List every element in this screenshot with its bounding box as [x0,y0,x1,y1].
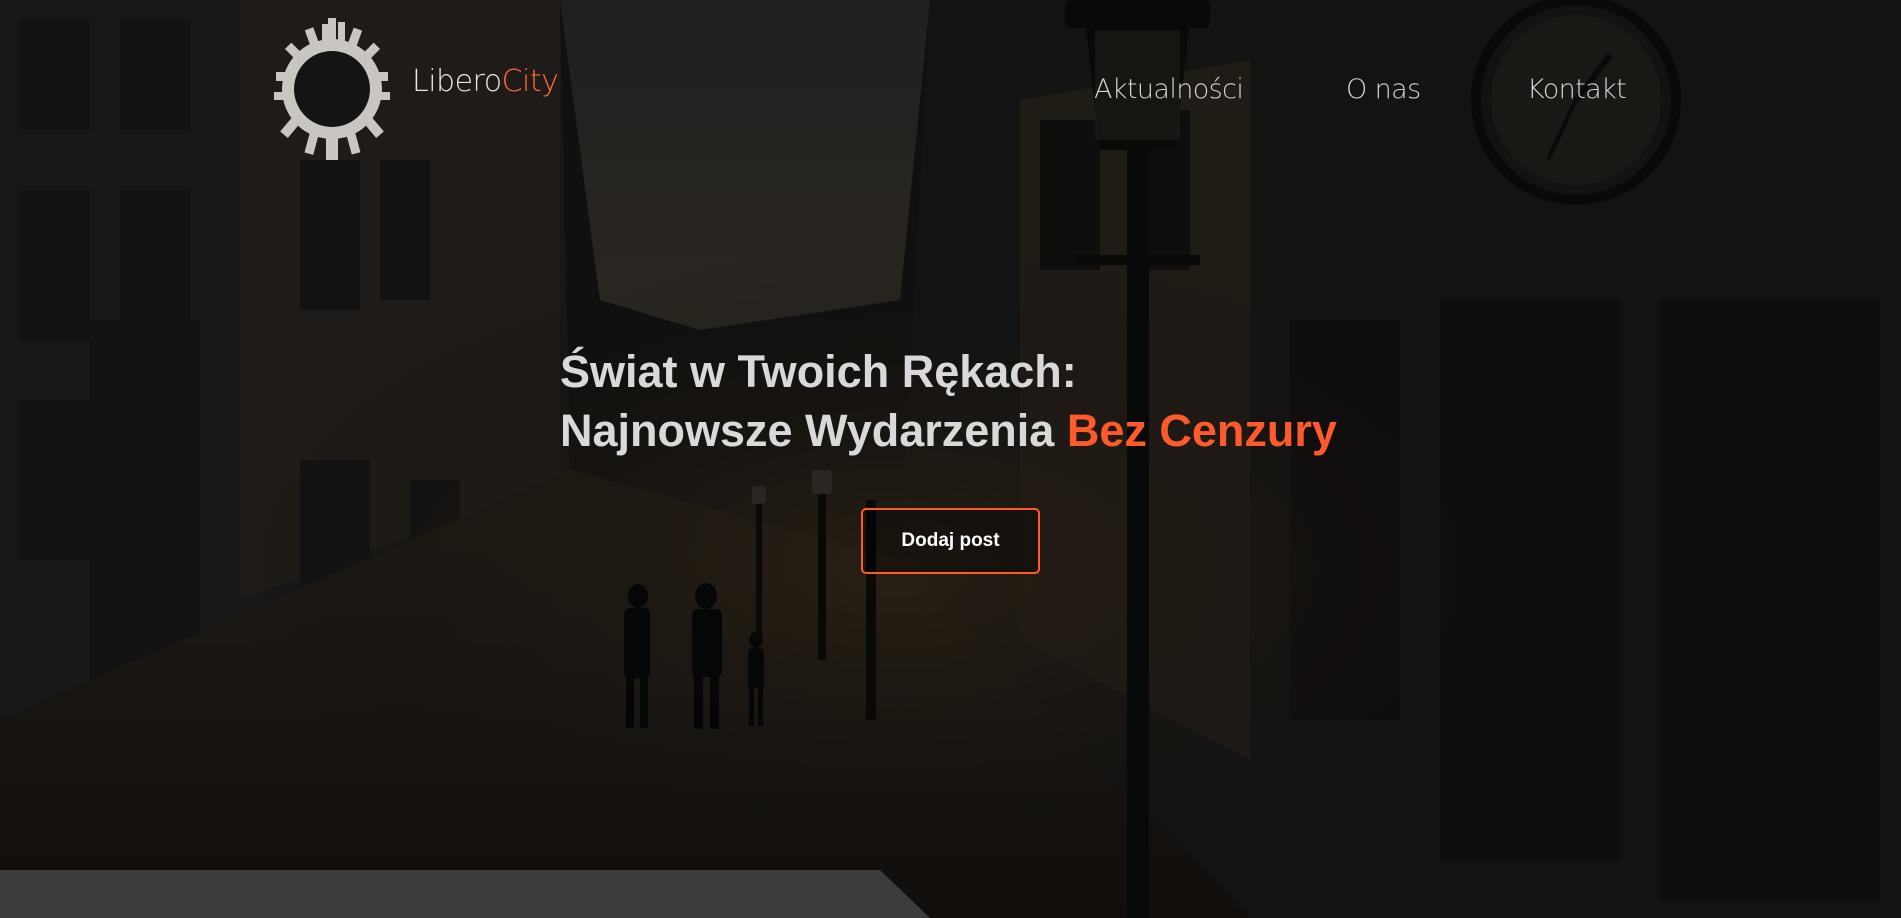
brand-name-primary: Libero [412,64,502,99]
nav-link-o-nas[interactable]: O nas [1346,74,1421,105]
hero-headline: Świat w Twoich Rękach: Najnowsze Wydarze… [560,342,1337,460]
nav-link-kontakt[interactable]: Kontakt [1527,74,1627,105]
headline-line-1: Świat w Twoich Rękach: [560,346,1077,397]
bottom-section-edge [0,870,930,918]
nav-link-aktualnosci[interactable]: Aktualności [1094,74,1244,105]
add-post-button[interactable]: Dodaj post [861,508,1040,574]
brand-name[interactable]: LiberoCity [412,64,559,99]
logo-icon[interactable] [262,14,402,164]
brand-name-accent: City [501,64,559,99]
headline-line-2: Najnowsze Wydarzenia [560,405,1067,456]
headline-accent: Bez Cenzury [1066,405,1337,456]
hero-section: LiberoCity Aktualności O nas Kontakt Świ… [0,0,1901,918]
